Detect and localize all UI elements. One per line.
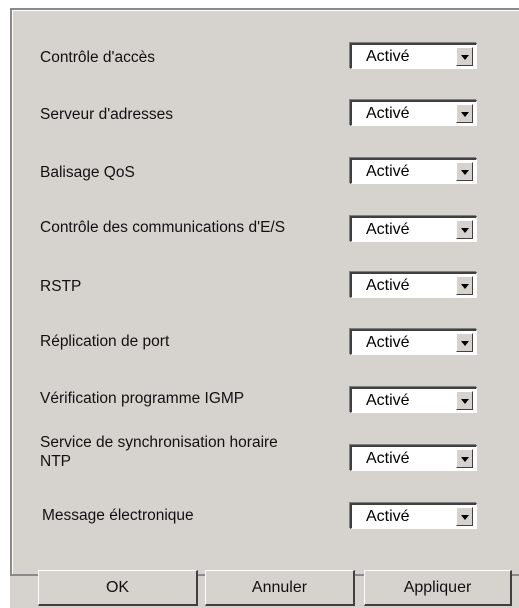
chevron-down-icon <box>461 55 469 60</box>
setting-select-igmp-snooping[interactable]: Activé <box>350 387 477 413</box>
setting-select-address-server[interactable]: Activé <box>350 100 477 126</box>
dropdown-button[interactable] <box>456 449 473 468</box>
setting-row-access-control: Contrôle d'accès Activé <box>0 40 519 80</box>
dropdown-button[interactable] <box>456 104 473 123</box>
setting-row-address-server: Serveur d'adresses Activé <box>0 97 519 137</box>
setting-label-ntp-service: Service de synchronisation horaire NTP <box>40 434 278 470</box>
select-value: Activé <box>366 221 410 238</box>
select-value: Activé <box>366 450 410 467</box>
chevron-down-icon <box>461 170 469 175</box>
ok-button[interactable]: OK <box>38 570 198 606</box>
select-value: Activé <box>366 277 410 294</box>
setting-row-port-mirroring: Réplication de port Activé <box>0 326 519 366</box>
dropdown-button[interactable] <box>456 391 473 410</box>
setting-row-ntp-service: Service de synchronisation horaire NTP A… <box>0 433 519 483</box>
dropdown-button[interactable] <box>456 47 473 66</box>
apply-button[interactable]: Appliquer <box>364 570 512 606</box>
dropdown-button[interactable] <box>456 220 473 239</box>
dropdown-button[interactable] <box>456 333 473 352</box>
chevron-down-icon <box>461 341 469 346</box>
setting-label-address-server: Serveur d'adresses <box>40 106 174 123</box>
chevron-down-icon <box>461 457 469 462</box>
chevron-down-icon <box>461 112 469 117</box>
setting-row-email: Message électronique Activé <box>0 500 519 540</box>
setting-label-qos-tagging: Balisage QoS <box>40 164 135 181</box>
chevron-down-icon <box>461 515 469 520</box>
setting-select-port-mirroring[interactable]: Activé <box>350 329 477 355</box>
select-value: Activé <box>366 105 410 122</box>
setting-select-rstp[interactable]: Activé <box>350 272 477 298</box>
setting-label-igmp-snooping: Vérification programme IGMP <box>40 390 245 407</box>
setting-label-rstp: RSTP <box>40 278 82 295</box>
setting-row-io-comm-control: Contrôle des communications d'E/S Activé <box>0 212 519 252</box>
setting-label-access-control: Contrôle d'accès <box>40 49 155 66</box>
cancel-button[interactable]: Annuler <box>205 570 355 606</box>
select-value: Activé <box>366 334 410 351</box>
dropdown-button[interactable] <box>456 507 473 526</box>
chevron-down-icon <box>461 228 469 233</box>
setting-row-igmp-snooping: Vérification programme IGMP Activé <box>0 383 519 423</box>
chevron-down-icon <box>461 284 469 289</box>
setting-select-qos-tagging[interactable]: Activé <box>350 158 477 184</box>
setting-row-rstp: RSTP Activé <box>0 270 519 310</box>
setting-select-ntp-service[interactable]: Activé <box>350 445 477 471</box>
chevron-down-icon <box>461 399 469 404</box>
setting-label-email: Message électronique <box>42 507 194 524</box>
select-value: Activé <box>366 163 410 180</box>
setting-select-email[interactable]: Activé <box>350 503 477 529</box>
dropdown-button[interactable] <box>456 276 473 295</box>
dropdown-button[interactable] <box>456 162 473 181</box>
setting-select-io-comm-control[interactable]: Activé <box>350 216 477 242</box>
setting-label-port-mirroring: Réplication de port <box>40 333 170 350</box>
select-value: Activé <box>366 508 410 525</box>
setting-select-access-control[interactable]: Activé <box>350 43 477 69</box>
select-value: Activé <box>366 392 410 409</box>
select-value: Activé <box>366 48 410 65</box>
setting-label-io-comm-control: Contrôle des communications d'E/S <box>40 219 286 236</box>
setting-row-qos-tagging: Balisage QoS Activé <box>0 155 519 195</box>
